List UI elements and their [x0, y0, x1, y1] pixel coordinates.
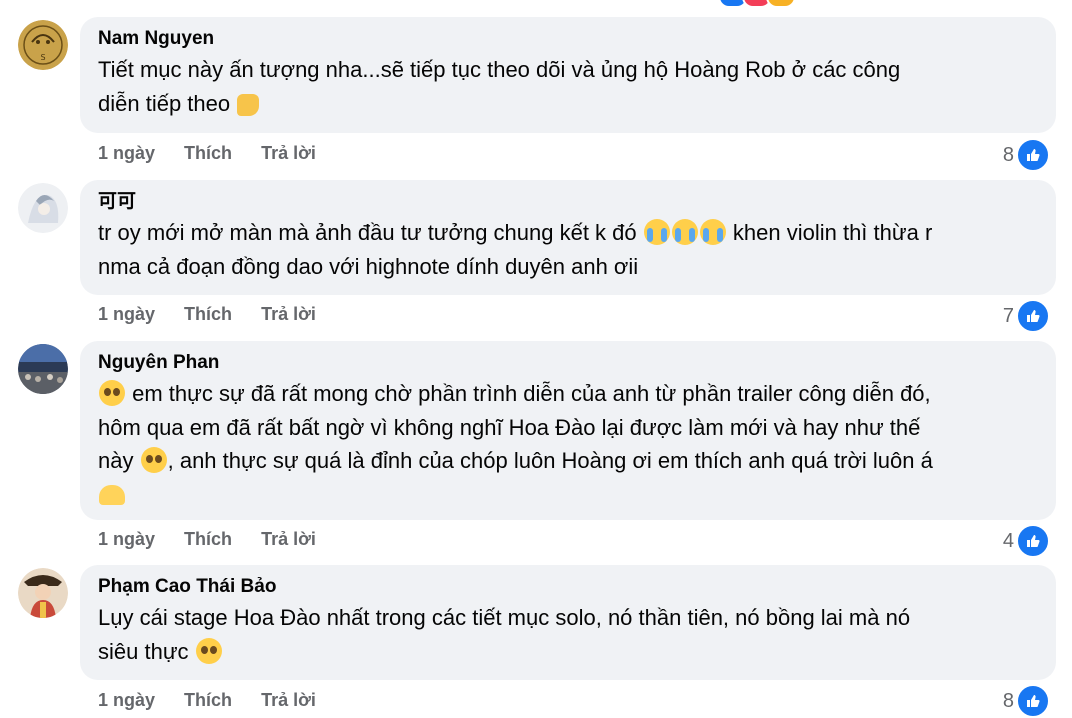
- avatar[interactable]: [18, 568, 68, 618]
- crying-face-emoji-icon: [699, 219, 726, 245]
- comment-actions: 1 ngày Thích Trả lời: [98, 529, 340, 550]
- comment-text: em thực sự đã rất mong chờ phần trình di…: [98, 377, 1038, 511]
- thumbs-up-icon: [1016, 299, 1050, 333]
- reply-link[interactable]: Trả lời: [261, 690, 316, 710]
- thumbs-up-icon: [1016, 684, 1050, 718]
- avatar[interactable]: [18, 344, 68, 394]
- like-link[interactable]: Thích: [184, 304, 232, 324]
- svg-text:S: S: [40, 53, 45, 62]
- comment-time-link[interactable]: 1 ngày: [98, 690, 155, 710]
- like-link[interactable]: Thích: [184, 690, 232, 710]
- comment-text: Lụy cái stage Hoa Đào nhất trong các tiế…: [98, 605, 911, 664]
- top-reactions-partial: [718, 0, 808, 8]
- comment-time-link[interactable]: 1 ngày: [98, 143, 155, 163]
- reply-link[interactable]: Trả lời: [261, 304, 316, 324]
- comment-bubble: Nguyên Phan em thực sự đã rất mong chờ p…: [80, 341, 1056, 520]
- comment-text: Tiết mục này ấn tượng nha...sẽ tiếp tục …: [98, 57, 901, 116]
- comment-actions: 1 ngày Thích Trả lời: [98, 143, 340, 164]
- pleading-face-emoji-icon: [99, 380, 125, 406]
- reaction-count[interactable]: 4: [1003, 524, 1050, 558]
- crying-face-emoji-icon: [643, 219, 670, 245]
- comment-author[interactable]: Nguyên Phan: [98, 351, 1038, 375]
- reaction-count[interactable]: 8: [1003, 684, 1050, 718]
- thumbs-up-icon: [1016, 524, 1050, 558]
- like-link[interactable]: Thích: [184, 143, 232, 163]
- pleading-face-emoji-icon: [195, 637, 222, 664]
- crying-face-emoji-icon: [671, 219, 698, 245]
- like-link[interactable]: Thích: [184, 529, 232, 549]
- reply-link[interactable]: Trả lời: [261, 529, 316, 549]
- pleading-face-emoji-icon: [140, 447, 167, 473]
- avatar[interactable]: [18, 183, 68, 233]
- haha-reaction-icon: [766, 0, 796, 8]
- comment-time-link[interactable]: 1 ngày: [98, 304, 155, 324]
- comment-author[interactable]: Nam Nguyen: [98, 27, 1038, 51]
- reaction-count[interactable]: 7: [1003, 299, 1050, 333]
- comment-actions: 1 ngày Thích Trả lời: [98, 304, 340, 325]
- comment-bubble: Nam Nguyen Tiết mục này ấn tượng nha...s…: [80, 17, 1056, 133]
- comment-bubble: Phạm Cao Thái Bảo Lụy cái stage Hoa Đào …: [80, 565, 1056, 680]
- comment-actions: 1 ngày Thích Trả lời: [98, 690, 340, 711]
- heart-hands-emoji-icon: [99, 484, 125, 505]
- reply-link[interactable]: Trả lời: [261, 143, 316, 163]
- comment-time-link[interactable]: 1 ngày: [98, 529, 155, 549]
- comment-text: tr oy mới mở màn mà ảnh đầu tư tưởng chu…: [98, 219, 933, 279]
- comment-bubble: 可可 tr oy mới mở màn mà ảnh đầu tư tưởng …: [80, 180, 1056, 295]
- comment-author[interactable]: Phạm Cao Thái Bảo: [98, 575, 1038, 599]
- avatar[interactable]: S: [18, 20, 68, 70]
- reaction-count[interactable]: 8: [1003, 138, 1050, 172]
- thumbs-up-emoji-icon: [237, 93, 260, 116]
- comment-author[interactable]: 可可: [98, 190, 1038, 214]
- thumbs-up-icon: [1016, 138, 1050, 172]
